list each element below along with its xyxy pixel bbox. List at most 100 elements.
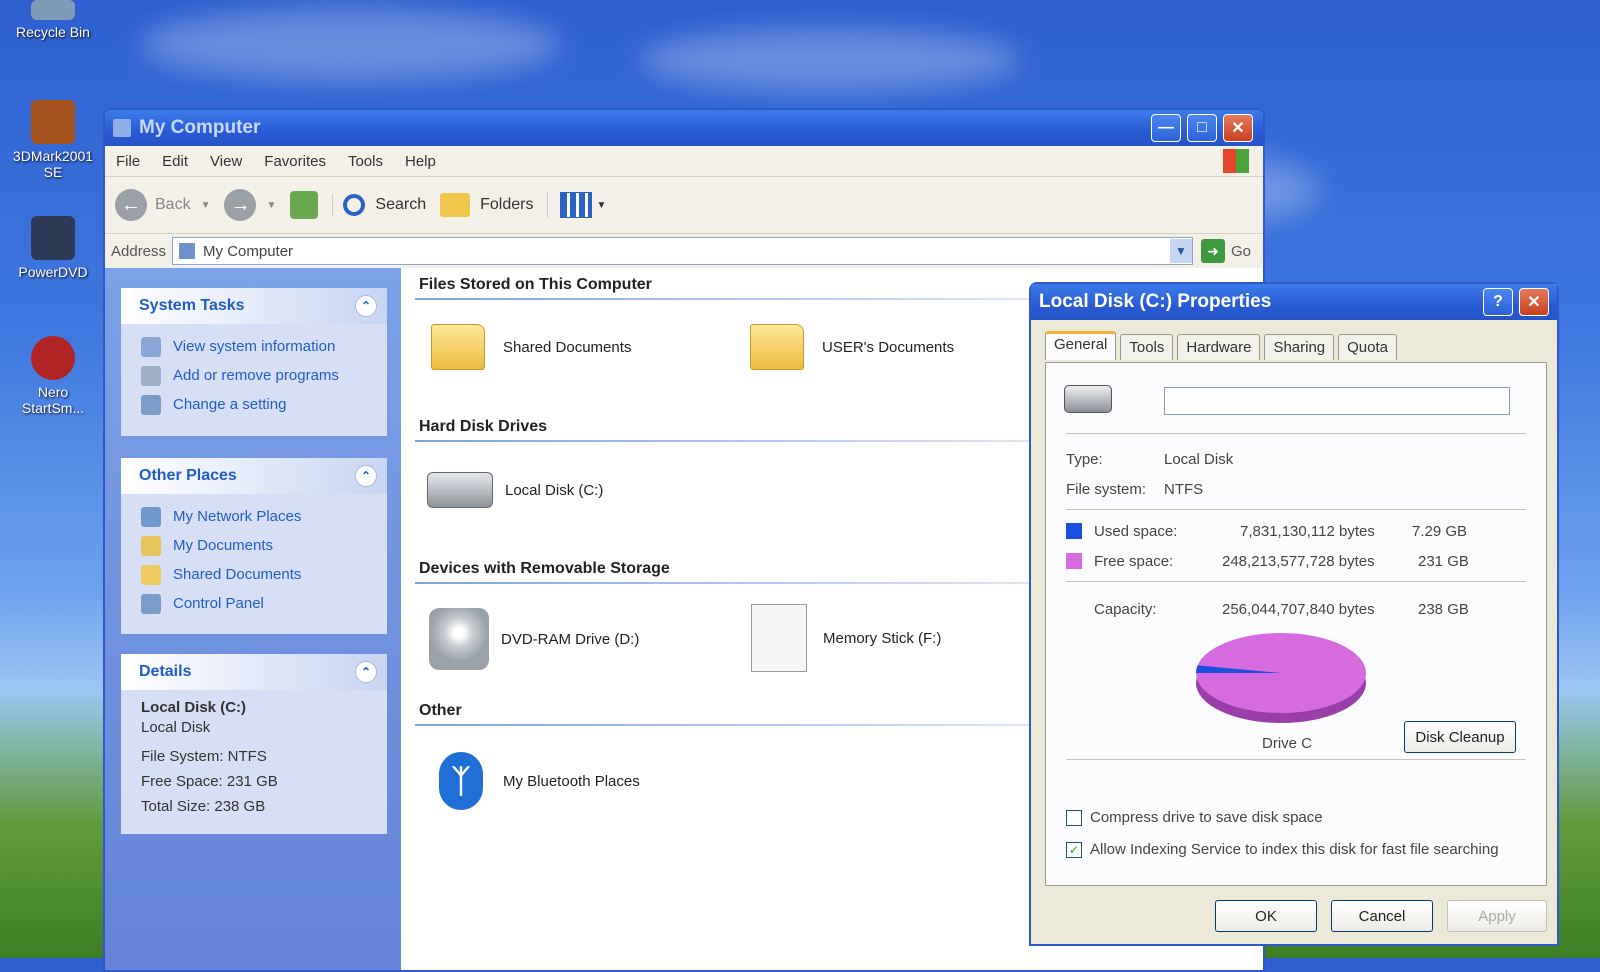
close-button[interactable]: ✕ [1223, 114, 1253, 142]
hard-drive-icon [427, 472, 493, 508]
toolbar: ← Back ▼ → ▼ Search Folders ▼ [105, 177, 1263, 234]
desktop-icon-label: Nero StartSm... [21, 384, 85, 416]
folders-button[interactable]: Folders [440, 193, 533, 217]
back-button[interactable]: ← Back ▼ [115, 189, 210, 221]
system-info-icon [141, 336, 161, 357]
other-places-header[interactable]: Other Places ⌃ [121, 458, 387, 494]
collapse-icon[interactable]: ⌃ [355, 295, 377, 317]
hard-drive-icon [1064, 385, 1112, 413]
window-title: My Computer [139, 117, 261, 138]
panel-title: System Tasks [139, 297, 245, 314]
free-space-bytes: 248,213,577,728 bytes [1222, 553, 1375, 570]
go-button[interactable]: ➜ Go [1200, 239, 1251, 263]
drive-label: Drive C [1262, 735, 1313, 752]
system-tasks-header[interactable]: System Tasks ⌃ [121, 288, 387, 324]
tab-tools[interactable]: Tools [1120, 334, 1174, 360]
general-tab-panel: Type: Local Disk File system: NTFS Used … [1045, 362, 1547, 886]
compress-label: Compress drive to save disk space [1090, 809, 1323, 826]
folders-icon [440, 193, 471, 217]
chevron-down-icon: ▼ [596, 199, 607, 211]
shared-documents-link[interactable]: Shared Documents [121, 560, 387, 589]
desktop-icon-powerdvd[interactable]: PowerDVD [5, 216, 101, 280]
indexing-checkbox-box[interactable]: ✓ [1066, 841, 1082, 858]
link-label: My Documents [173, 537, 274, 554]
my-documents-link[interactable]: My Documents [121, 531, 387, 560]
tab-sharing[interactable]: Sharing [1264, 334, 1335, 360]
local-disk-c-item[interactable]: Local Disk (C:) [427, 472, 603, 508]
item-label: DVD-RAM Drive (D:) [501, 630, 640, 648]
tab-quota[interactable]: Quota [1338, 334, 1398, 360]
powerdvd-icon [31, 216, 75, 260]
tab-general[interactable]: General [1045, 331, 1117, 360]
chevron-down-icon: ▼ [200, 199, 211, 211]
free-space-label: Free space: [1094, 553, 1174, 570]
menu-edit[interactable]: Edit [151, 153, 199, 170]
details-header[interactable]: Details ⌃ [121, 654, 387, 690]
dvd-drive-icon [429, 608, 489, 670]
dvd-ram-drive-item[interactable]: DVD-RAM Drive (D:) [429, 608, 639, 670]
view-system-information-link[interactable]: View system information [121, 332, 387, 361]
address-field[interactable]: My Computer ▼ [172, 237, 1193, 265]
help-button[interactable]: ? [1483, 288, 1513, 316]
change-setting-link[interactable]: Change a setting [121, 390, 387, 419]
computer-icon [179, 243, 196, 259]
views-button[interactable]: ▼ [547, 192, 606, 218]
menu-favorites[interactable]: Favorites [253, 153, 337, 170]
used-space-label: Used space: [1094, 523, 1178, 540]
compress-checkbox-box[interactable] [1066, 809, 1082, 826]
back-arrow-icon: ← [115, 189, 147, 221]
collapse-icon[interactable]: ⌃ [355, 465, 377, 487]
desktop-icon-recycle-bin[interactable]: Recycle Bin [5, 0, 101, 40]
menu-bar: File Edit View Favorites Tools Help [105, 146, 1263, 177]
volume-label-input[interactable] [1164, 387, 1510, 415]
indexing-checkbox[interactable]: ✓ Allow Indexing Service to index this d… [1066, 841, 1499, 858]
shared-documents-item[interactable]: Shared Documents [431, 324, 631, 370]
tab-hardware[interactable]: Hardware [1177, 334, 1261, 360]
control-panel-icon [141, 394, 161, 415]
link-label: Add or remove programs [173, 367, 339, 384]
address-bar: Address My Computer ▼ ➜ Go [105, 234, 1263, 269]
apply-button[interactable]: Apply [1447, 900, 1547, 932]
control-panel-link[interactable]: Control Panel [121, 589, 387, 618]
up-folder-button[interactable] [290, 191, 319, 219]
maximize-button[interactable]: □ [1187, 114, 1217, 142]
address-dropdown-button[interactable]: ▼ [1169, 239, 1192, 263]
link-label: Shared Documents [173, 566, 302, 583]
collapse-icon[interactable]: ⌃ [355, 661, 377, 683]
bluetooth-places-item[interactable]: ᛉ My Bluetooth Places [439, 752, 640, 810]
free-space-swatch [1066, 553, 1082, 569]
desktop-icon-label: Recycle Bin [16, 24, 90, 40]
disk-cleanup-button[interactable]: Disk Cleanup [1404, 721, 1516, 753]
indexing-label: Allow Indexing Service to index this dis… [1090, 841, 1499, 858]
my-network-places-link[interactable]: My Network Places [121, 502, 387, 531]
desktop-icon-nero[interactable]: Nero StartSm... [5, 336, 101, 416]
details-file-system: File System: NTFS [141, 748, 267, 765]
free-space-gb: 231 GB [1418, 553, 1469, 570]
link-label: View system information [173, 338, 336, 355]
menu-tools[interactable]: Tools [337, 153, 394, 170]
desktop-icon-3dmark[interactable]: 3DMark2001 SE [5, 100, 101, 180]
ok-button[interactable]: OK [1215, 900, 1317, 932]
memory-stick-item[interactable]: Memory Stick (F:) [751, 604, 941, 672]
menu-file[interactable]: File [105, 153, 151, 170]
add-remove-programs-link[interactable]: Add or remove programs [121, 361, 387, 390]
close-button[interactable]: ✕ [1519, 288, 1549, 316]
forward-button[interactable]: → ▼ [224, 189, 276, 221]
minimize-button[interactable]: — [1151, 114, 1181, 142]
group-header: Files Stored on This Computer [419, 276, 652, 293]
cancel-button[interactable]: Cancel [1331, 900, 1433, 932]
window-titlebar[interactable]: My Computer — □ ✕ [105, 110, 1263, 146]
menu-help[interactable]: Help [394, 153, 447, 170]
desktop-icon-label: PowerDVD [18, 264, 88, 280]
item-label: Local Disk (C:) [505, 481, 604, 499]
memory-stick-icon [751, 604, 807, 672]
search-button[interactable]: Search [332, 194, 426, 216]
compress-checkbox[interactable]: Compress drive to save disk space [1066, 809, 1323, 826]
dialog-titlebar[interactable]: Local Disk (C:) Properties ? ✕ [1031, 284, 1557, 320]
address-label: Address [111, 242, 167, 260]
menu-view[interactable]: View [199, 153, 253, 170]
dialog-title: Local Disk (C:) Properties [1039, 291, 1272, 312]
up-folder-icon [290, 191, 319, 219]
back-label: Back [155, 196, 191, 213]
users-documents-item[interactable]: USER's Documents [750, 324, 954, 370]
